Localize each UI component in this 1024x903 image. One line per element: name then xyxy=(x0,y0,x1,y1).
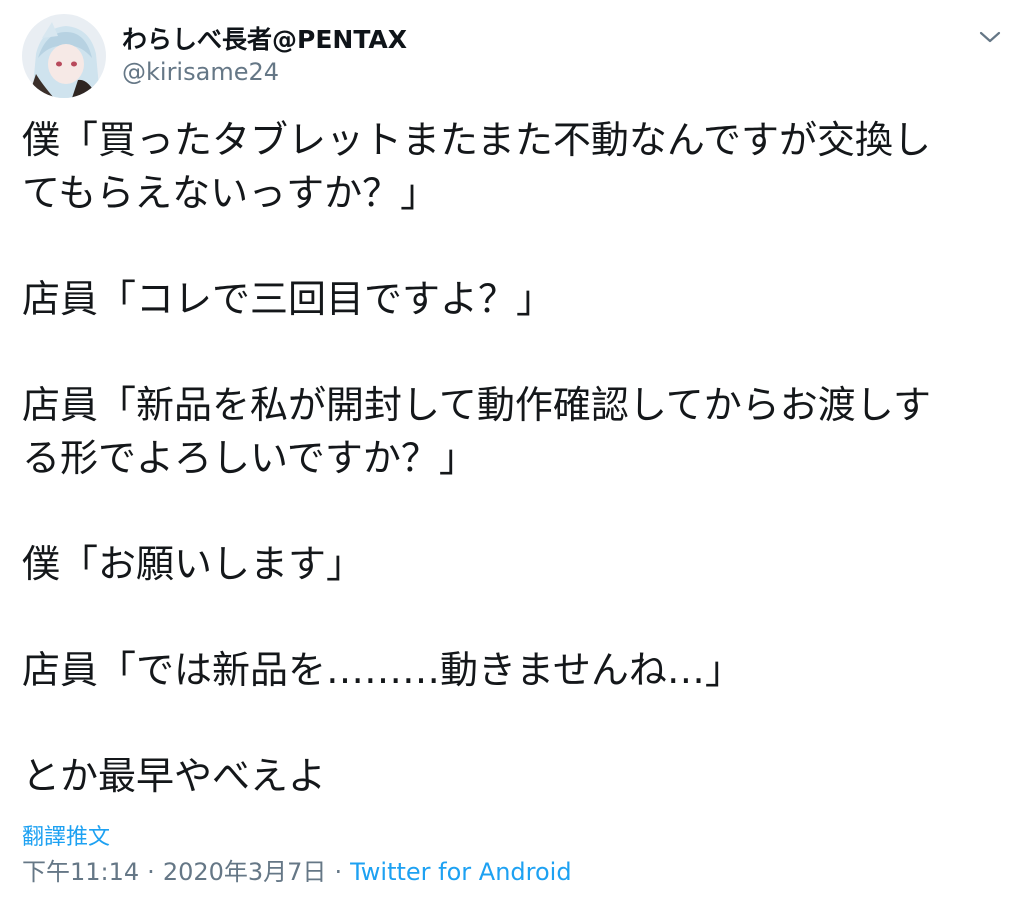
tweet-time[interactable]: 下午11:14 xyxy=(22,858,139,886)
tweet: わらしべ長者@PENTAX @kirisame24 僕「買ったタブレットまたまた… xyxy=(0,0,1024,903)
avatar[interactable] xyxy=(22,14,106,98)
translate-tweet-link[interactable]: 翻譯推文 xyxy=(22,823,110,853)
tweet-text-line: てもらえないっすか？」 xyxy=(22,171,439,215)
tweet-text-line: 店員「コレで三回目ですよ？」 xyxy=(22,277,555,321)
tweet-text-line: る形でよろしいですか？」 xyxy=(22,436,477,480)
meta-separator: · xyxy=(334,858,343,886)
tweet-meta: 下午11:14 · 2020年3月7日 · Twitter for Android xyxy=(22,856,572,888)
chevron-down-icon[interactable] xyxy=(972,22,1008,52)
paragraph-break xyxy=(22,326,1007,379)
tweet-text-line: 店員「では新品を………動きませんね…」 xyxy=(22,648,743,692)
tweet-text: 僕「買ったタブレットまたまた不動なんですが交換し てもらえないっすか？」 店員「… xyxy=(22,114,1007,803)
tweet-source-link[interactable]: Twitter for Android xyxy=(350,858,571,886)
display-name[interactable]: わらしべ長者@PENTAX xyxy=(122,24,407,56)
paragraph-break xyxy=(22,220,1007,273)
paragraph-break xyxy=(22,697,1007,750)
tweet-date[interactable]: 2020年3月7日 xyxy=(163,858,327,886)
author-block: わらしべ長者@PENTAX @kirisame24 xyxy=(122,24,407,88)
tweet-text-line: 僕「お願いします」 xyxy=(22,542,365,586)
meta-separator: · xyxy=(147,858,155,886)
tweet-text-line: とか最早やべえよ xyxy=(22,754,327,798)
paragraph-break xyxy=(22,485,1007,538)
tweet-text-line: 店員「新品を私が開封して動作確認してからお渡しす xyxy=(22,383,931,427)
tweet-text-line: 僕「買ったタブレットまたまた不動なんですが交換し xyxy=(22,118,931,162)
paragraph-break xyxy=(22,591,1007,644)
user-handle[interactable]: @kirisame24 xyxy=(122,56,407,88)
